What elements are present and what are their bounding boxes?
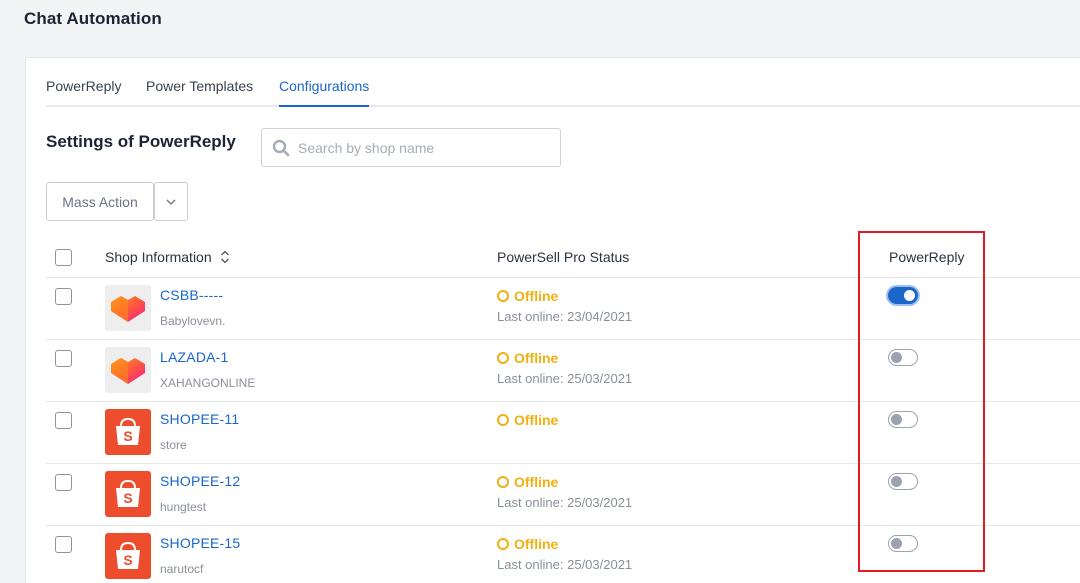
powerreply-toggle[interactable] (888, 473, 918, 490)
status-dot-icon (497, 352, 509, 364)
svg-text:S: S (123, 552, 132, 568)
shop-name-link[interactable]: SHOPEE-15 (160, 535, 240, 551)
table-row: S SHOPEE-11 store Offline (46, 402, 1080, 464)
shopee-logo-icon: S (105, 471, 151, 517)
shopee-logo-icon: S (105, 533, 151, 579)
shop-username: narutocf (160, 562, 204, 576)
status-dot-icon (497, 476, 509, 488)
toggle-knob (891, 538, 902, 549)
status-badge: Offline (497, 536, 558, 552)
page-title: Chat Automation (24, 9, 162, 28)
section-title: Settings of PowerReply (46, 132, 236, 151)
content-card: PowerReply Power Templates Configuration… (25, 57, 1080, 583)
last-online-text: Last online: 23/04/2021 (497, 309, 633, 324)
powerreply-toggle[interactable] (888, 411, 918, 428)
table-row: S SHOPEE-15 narutocf Offline Last online… (46, 526, 1080, 583)
last-online-text: Last online: 25/03/2021 (497, 557, 633, 572)
shop-name-link[interactable]: SHOPEE-12 (160, 473, 240, 489)
mass-action-dropdown-button[interactable] (154, 182, 188, 221)
toggle-knob (891, 476, 902, 487)
column-header-shop-info[interactable]: Shop Information (105, 249, 230, 265)
tab-bar: PowerReply Power Templates Configuration… (46, 58, 1080, 107)
select-all-checkbox[interactable] (55, 249, 72, 266)
search-box (261, 128, 561, 167)
column-header-powerreply: PowerReply (889, 249, 965, 265)
tab-power-templates[interactable]: Power Templates (146, 78, 253, 94)
last-online-text: Last online: 25/03/2021 (497, 495, 633, 510)
row-checkbox[interactable] (55, 474, 72, 491)
search-icon (272, 139, 290, 157)
chevron-down-icon (166, 199, 176, 205)
powerreply-toggle[interactable] (888, 349, 918, 366)
table-row: CSBB----- Babylovevn. Offline Last onlin… (46, 278, 1080, 340)
powerreply-toggle[interactable] (888, 287, 918, 304)
toggle-knob (891, 414, 902, 425)
column-header-status: PowerSell Pro Status (497, 249, 630, 265)
shop-table: Shop Information PowerSell Pro Status Po… (46, 235, 1080, 583)
mass-action-button[interactable]: Mass Action (46, 182, 154, 221)
status-badge: Offline (497, 412, 558, 428)
last-online-text: Last online: 25/03/2021 (497, 371, 633, 386)
shopee-logo-icon: S (105, 409, 151, 455)
tab-configurations[interactable]: Configurations (279, 78, 370, 107)
sort-icon[interactable] (220, 250, 230, 264)
table-header: Shop Information PowerSell Pro Status Po… (46, 235, 1080, 278)
status-label: Offline (514, 288, 559, 304)
shop-username: hungtest (160, 500, 207, 514)
lazada-logo-icon (105, 347, 151, 393)
row-checkbox[interactable] (55, 536, 72, 553)
status-dot-icon (497, 414, 509, 426)
status-badge: Offline (497, 288, 558, 304)
status-dot-icon (497, 538, 509, 550)
toggle-knob (904, 290, 915, 301)
row-checkbox[interactable] (55, 412, 72, 429)
shop-username: store (160, 438, 187, 452)
toggle-knob (891, 352, 902, 363)
shop-username: Babylovevn. (160, 314, 226, 328)
status-label: Offline (514, 350, 559, 366)
svg-text:S: S (123, 428, 132, 444)
shop-name-link[interactable]: CSBB----- (160, 287, 223, 303)
status-badge: Offline (497, 474, 558, 490)
powerreply-toggle[interactable] (888, 535, 918, 552)
shop-username: XAHANGONLINE (160, 376, 256, 390)
column-header-label: Shop Information (105, 249, 212, 265)
shop-name-link[interactable]: LAZADA-1 (160, 349, 229, 365)
status-label: Offline (514, 412, 559, 428)
status-label: Offline (514, 536, 559, 552)
status-dot-icon (497, 290, 509, 302)
lazada-logo-icon (105, 285, 151, 331)
svg-text:S: S (123, 490, 132, 506)
row-checkbox[interactable] (55, 350, 72, 367)
shop-name-link[interactable]: SHOPEE-11 (160, 411, 239, 427)
search-input[interactable] (298, 137, 553, 159)
tab-powerreply[interactable]: PowerReply (46, 78, 121, 94)
table-row: S SHOPEE-12 hungtest Offline Last online… (46, 464, 1080, 526)
table-row: LAZADA-1 XAHANGONLINE Offline Last onlin… (46, 340, 1080, 402)
status-badge: Offline (497, 350, 558, 366)
row-checkbox[interactable] (55, 288, 72, 305)
status-label: Offline (514, 474, 559, 490)
